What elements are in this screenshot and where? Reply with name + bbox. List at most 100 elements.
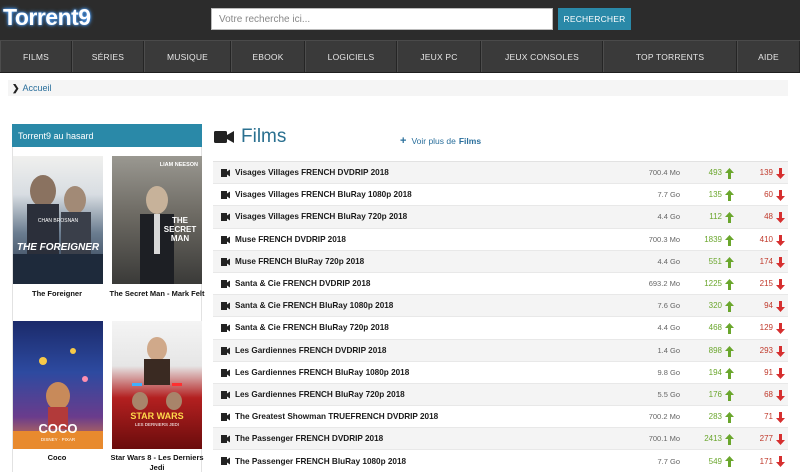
nav-item-jeux-consoles[interactable]: JEUX CONSOLES <box>481 41 603 72</box>
arrow-down-icon <box>776 234 785 246</box>
torrent-leechers: 94 <box>764 301 773 311</box>
table-row[interactable]: Visages Villages FRENCH BluRay 720p 2018… <box>213 206 788 229</box>
torrent-seeders: 551 <box>708 256 722 266</box>
breadcrumb-home-link[interactable]: Accueil <box>23 83 52 93</box>
torrent-title-link[interactable]: Les Gardiennes FRENCH DVDRIP 2018 <box>235 346 386 355</box>
arrow-up-icon <box>725 278 734 290</box>
table-row[interactable]: Les Gardiennes FRENCH BluRay 1080p 2018 9… <box>213 361 788 384</box>
arrow-up-icon <box>725 190 734 202</box>
nav-item-series[interactable]: SÉRIES <box>72 41 144 72</box>
torrent-title-link[interactable]: Muse FRENCH BluRay 720p 2018 <box>235 257 364 266</box>
nav-item-films[interactable]: FILMS <box>0 41 72 72</box>
torrent-title-link[interactable]: Les Gardiennes FRENCH BluRay 720p 2018 <box>235 390 405 399</box>
torrent-size: 4.4 Go <box>657 323 680 333</box>
table-row[interactable]: The Passenger FRENCH DVDRIP 2018 700.1 Mo… <box>213 428 788 451</box>
torrent-seeders: 176 <box>708 389 722 399</box>
torrent-size: 700.1 Mo <box>648 434 680 444</box>
search-button[interactable]: RECHERCHER <box>558 8 631 30</box>
poster-title-text: COCO <box>38 421 78 436</box>
arrow-down-icon <box>776 345 785 357</box>
torrent-size: 700.2 Mo <box>648 412 680 422</box>
torrent-leechers: 68 <box>764 389 773 399</box>
poster-title-text: THE FOREIGNER <box>16 242 100 253</box>
camera-icon <box>221 213 230 222</box>
random-torrents-panel: THE FOREIGNER CHAN BROSNAN The Foreigner… <box>12 147 205 472</box>
camera-icon <box>221 235 230 244</box>
nav-item-top-torrents[interactable]: TOP TORRENTS <box>603 41 737 72</box>
arrow-up-icon <box>725 456 734 468</box>
torrent-title-link[interactable]: Visages Villages FRENCH DVDRIP 2018 <box>235 168 389 177</box>
arrow-up-icon <box>725 168 734 179</box>
torrent-seeders: 2413 <box>704 434 722 444</box>
poster-coco[interactable]: COCO DISNEY · PIXAR <box>13 321 103 449</box>
torrent-seeders: 898 <box>708 345 722 355</box>
torrent-title-link[interactable]: Santa & Cie FRENCH BluRay 1080p 2018 <box>235 301 393 310</box>
poster-sub-text: DISNEY · PIXAR <box>40 437 76 442</box>
table-row[interactable]: Les Gardiennes FRENCH DVDRIP 2018 1.4 Go 8… <box>213 339 788 362</box>
poster-caption[interactable]: Star Wars 8 - Les Derniers Jedi <box>107 453 207 472</box>
poster-caption[interactable]: Coco <box>7 453 107 463</box>
torrent-leechers: 129 <box>759 323 773 333</box>
arrow-down-icon <box>776 367 785 379</box>
torrent-size: 7.7 Go <box>657 456 680 466</box>
torrent-leechers: 215 <box>759 279 773 289</box>
arrow-up-icon <box>725 389 734 401</box>
torrent-seeders: 112 <box>709 212 722 222</box>
camera-icon <box>221 169 230 177</box>
camera-icon <box>221 191 230 200</box>
torrent-title-link[interactable]: Santa & Cie FRENCH BluRay 720p 2018 <box>235 323 389 332</box>
torrent-title-link[interactable]: Les Gardiennes FRENCH BluRay 1080p 2018 <box>235 368 409 377</box>
torrent-leechers: 410 <box>759 234 773 244</box>
arrow-up-icon <box>725 234 734 246</box>
poster-star-wars-8[interactable]: STAR WARS LES DERNIERS JEDI <box>112 321 202 449</box>
nav-item-logiciels[interactable]: LOGICIELS <box>305 41 397 72</box>
arrow-up-icon <box>725 434 734 446</box>
table-row[interactable]: Santa & Cie FRENCH BluRay 720p 2018 4.4 G… <box>213 317 788 340</box>
table-row[interactable]: Muse FRENCH DVDRIP 2018 700.3 Mo 1839 410 <box>213 228 788 251</box>
arrow-down-icon <box>776 256 785 268</box>
torrent-size: 1.4 Go <box>657 345 680 355</box>
poster-caption[interactable]: The Foreigner <box>7 289 107 299</box>
table-row[interactable]: The Greatest Showman TRUEFRENCH DVDRIP 2… <box>213 406 788 429</box>
see-more-films-link[interactable]: + Voir plus de Films <box>400 135 481 147</box>
table-row[interactable]: The Passenger FRENCH BluRay 1080p 2018 7.… <box>213 450 788 472</box>
torrent-leechers: 174 <box>759 256 773 266</box>
torrent-title-link[interactable]: Visages Villages FRENCH BluRay 720p 2018 <box>235 212 407 221</box>
torrent-title-link[interactable]: Santa & Cie FRENCH DVDRIP 2018 <box>235 279 370 288</box>
table-row[interactable]: Visages Villages FRENCH DVDRIP 2018 700.4… <box>213 162 788 185</box>
poster-the-foreigner[interactable]: THE FOREIGNER CHAN BROSNAN <box>13 156 103 284</box>
poster-caption[interactable]: The Secret Man - Mark Felt <box>107 289 207 299</box>
torrent-title-link[interactable]: Visages Villages FRENCH BluRay 1080p 201… <box>235 190 412 199</box>
nav-item-musique[interactable]: MUSIQUE <box>144 41 231 72</box>
breadcrumb: ❯ Accueil <box>8 80 788 96</box>
table-row[interactable]: Santa & Cie FRENCH DVDRIP 2018 693.2 Mo 12… <box>213 272 788 296</box>
arrow-down-icon <box>776 412 785 424</box>
torrent-leechers: 71 <box>764 412 773 422</box>
site-logo[interactable]: Torrent9 <box>3 4 91 31</box>
nav-item-aide[interactable]: AIDE <box>737 41 800 72</box>
torrent-seeders: 493 <box>708 168 722 178</box>
torrent-title-link[interactable]: The Passenger FRENCH DVDRIP 2018 <box>235 434 383 443</box>
table-row[interactable]: Visages Villages FRENCH BluRay 1080p 201… <box>213 184 788 207</box>
table-row[interactable]: Les Gardiennes FRENCH BluRay 720p 2018 5.… <box>213 383 788 407</box>
torrent-size: 693.2 Mo <box>648 279 680 289</box>
torrent-leechers: 171 <box>759 456 773 466</box>
plus-icon: + <box>400 135 407 147</box>
torrent-size: 9.8 Go <box>657 367 680 377</box>
torrent-leechers: 293 <box>759 345 773 355</box>
table-row[interactable]: Santa & Cie FRENCH BluRay 1080p 2018 7.6 … <box>213 295 788 318</box>
arrow-down-icon <box>776 278 785 290</box>
search-input[interactable] <box>211 8 553 30</box>
camera-icon <box>221 324 230 333</box>
nav-item-jeux-pc[interactable]: JEUX PC <box>397 41 481 72</box>
poster-the-secret-man[interactable]: LIAM NEESON THE SECRET MAN <box>112 156 202 284</box>
torrent-title-link[interactable]: Muse FRENCH DVDRIP 2018 <box>235 235 346 244</box>
arrow-up-icon <box>725 367 734 379</box>
torrent-title-link[interactable]: The Passenger FRENCH BluRay 1080p 2018 <box>235 457 406 466</box>
torrent-size: 4.4 Go <box>657 256 680 266</box>
torrent-seeders: 135 <box>708 190 722 200</box>
torrent-size: 7.7 Go <box>657 190 680 200</box>
nav-item-ebook[interactable]: EBOOK <box>231 41 305 72</box>
table-row[interactable]: Muse FRENCH BluRay 720p 2018 4.4 Go 551 174 <box>213 250 788 273</box>
torrent-title-link[interactable]: The Greatest Showman TRUEFRENCH DVDRIP 2… <box>235 412 438 421</box>
